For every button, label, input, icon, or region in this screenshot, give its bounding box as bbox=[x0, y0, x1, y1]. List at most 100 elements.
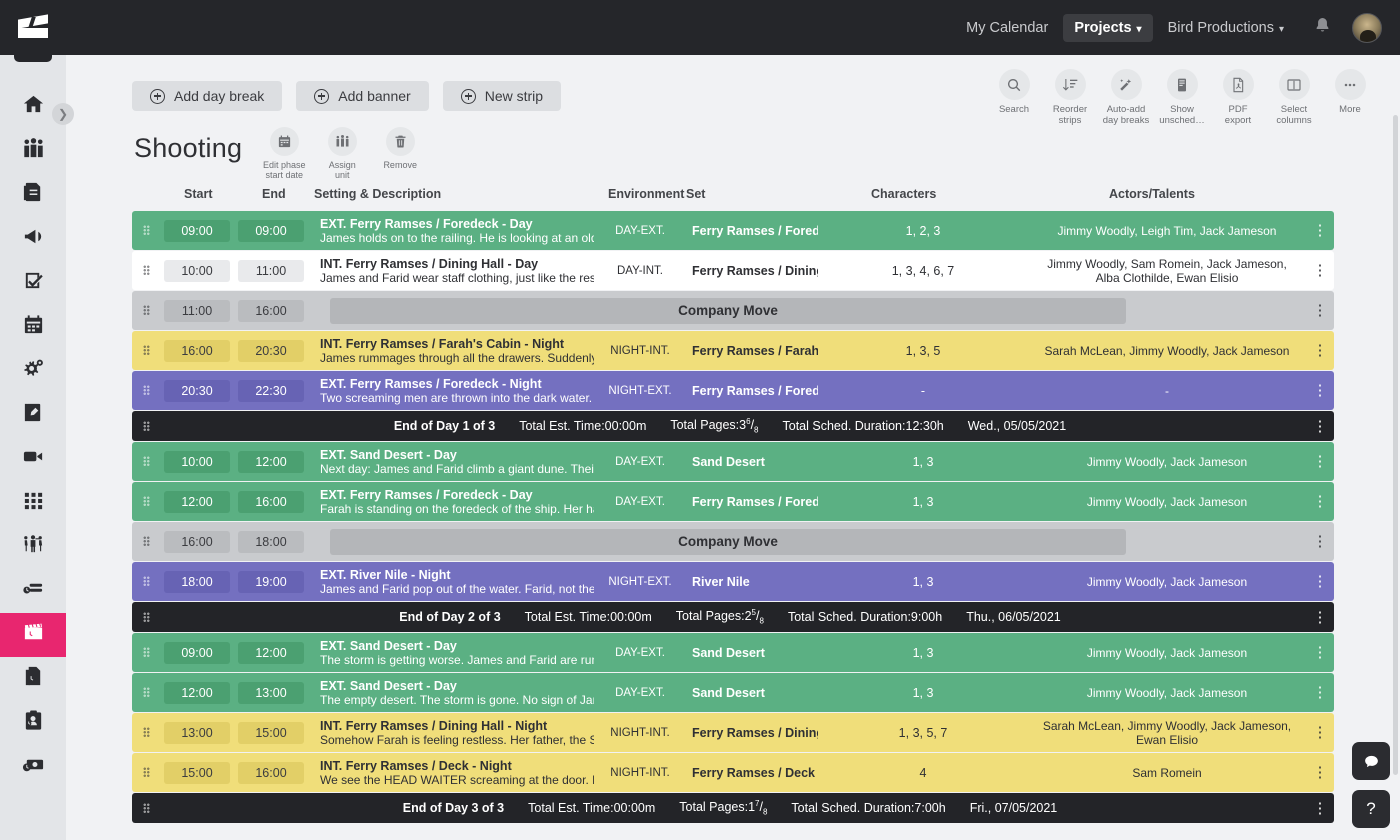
drag-handle[interactable] bbox=[132, 421, 154, 432]
end-time[interactable]: 11:00 bbox=[238, 260, 304, 282]
table-row[interactable]: 16:0020:30INT. Ferry Ramses / Farah's Ca… bbox=[132, 331, 1334, 370]
day-break-row[interactable]: End of Day 2 of 3Total Est. Time:00:00mT… bbox=[132, 602, 1334, 632]
add-banner-button[interactable]: Add banner bbox=[296, 81, 428, 111]
start-time[interactable]: 16:00 bbox=[164, 340, 230, 362]
vertical-scrollbar[interactable] bbox=[1393, 115, 1398, 775]
end-time[interactable]: 16:00 bbox=[238, 762, 304, 784]
start-time[interactable]: 09:00 bbox=[164, 642, 230, 664]
table-row[interactable]: 20:3022:30EXT. Ferry Ramses / Foredeck -… bbox=[132, 371, 1334, 410]
start-time[interactable]: 20:30 bbox=[164, 380, 230, 402]
row-menu-button[interactable]: ⋮ bbox=[1306, 303, 1334, 318]
tool-pdf-export[interactable]: PDF export bbox=[1210, 69, 1266, 126]
banner-row[interactable]: 16:0018:00Company Move⋮ bbox=[132, 522, 1334, 561]
row-menu-button[interactable]: ⋮ bbox=[1306, 645, 1334, 660]
row-menu-button[interactable]: ⋮ bbox=[1306, 263, 1334, 278]
table-row[interactable]: 13:0015:00INT. Ferry Ramses / Dining Hal… bbox=[132, 713, 1334, 752]
drag-handle[interactable] bbox=[132, 496, 154, 507]
tool-columns[interactable]: Select columns bbox=[1266, 69, 1322, 126]
row-menu-button[interactable]: ⋮ bbox=[1306, 574, 1334, 589]
end-time[interactable]: 12:00 bbox=[238, 642, 304, 664]
topnav-projects[interactable]: Projects▾ bbox=[1063, 14, 1152, 42]
sidebar-item-checkbox-task[interactable] bbox=[0, 261, 66, 305]
end-time[interactable]: 12:00 bbox=[238, 451, 304, 473]
drag-handle[interactable] bbox=[132, 456, 154, 467]
table-row[interactable]: 12:0013:00EXT. Sand Desert - DayThe empt… bbox=[132, 673, 1334, 712]
tool-magic-wand[interactable]: Auto-add day breaks bbox=[1098, 69, 1154, 126]
drag-handle[interactable] bbox=[132, 687, 154, 698]
start-time[interactable]: 09:00 bbox=[164, 220, 230, 242]
sidebar-item-megaphone[interactable] bbox=[0, 217, 66, 261]
day-break-row[interactable]: End of Day 3 of 3Total Est. Time:00:00mT… bbox=[132, 793, 1334, 823]
drag-handle[interactable] bbox=[132, 576, 154, 587]
drag-handle[interactable] bbox=[132, 612, 154, 623]
chat-bubble-button[interactable] bbox=[1352, 742, 1390, 780]
row-menu-button[interactable]: ⋮ bbox=[1306, 343, 1334, 358]
add-day-break-button[interactable]: Add day break bbox=[132, 81, 282, 111]
end-time[interactable]: 19:00 bbox=[238, 571, 304, 593]
row-menu-button[interactable]: ⋮ bbox=[1306, 801, 1334, 816]
sidebar-item-grid-apps[interactable] bbox=[0, 481, 66, 525]
end-time[interactable]: 13:00 bbox=[238, 682, 304, 704]
start-time[interactable]: 12:00 bbox=[164, 491, 230, 513]
app-logo[interactable] bbox=[0, 17, 66, 39]
sidebar-item-gears-settings[interactable] bbox=[0, 349, 66, 393]
tool-search[interactable]: Search bbox=[986, 69, 1042, 126]
table-row[interactable]: 10:0011:00INT. Ferry Ramses / Dining Hal… bbox=[132, 251, 1334, 290]
sidebar-item-video-camera[interactable] bbox=[0, 437, 66, 481]
end-time[interactable]: 20:30 bbox=[238, 340, 304, 362]
drag-handle[interactable] bbox=[132, 385, 154, 396]
sidebar-item-clapperboard-schedule[interactable] bbox=[0, 613, 66, 657]
row-menu-button[interactable]: ⋮ bbox=[1306, 223, 1334, 238]
tool-reorder[interactable]: Reorder strips bbox=[1042, 69, 1098, 126]
end-time[interactable]: 09:00 bbox=[238, 220, 304, 242]
tool-more-dots[interactable]: More bbox=[1322, 69, 1378, 126]
sidebar-item-document-time[interactable] bbox=[0, 657, 66, 701]
start-time[interactable]: 16:00 bbox=[164, 531, 230, 553]
row-menu-button[interactable]: ⋮ bbox=[1306, 494, 1334, 509]
sidebar-item-calendar[interactable] bbox=[0, 305, 66, 349]
end-time[interactable]: 18:00 bbox=[238, 531, 304, 553]
row-menu-button[interactable]: ⋮ bbox=[1306, 534, 1334, 549]
end-time[interactable]: 15:00 bbox=[238, 722, 304, 744]
table-row[interactable]: 18:0019:00EXT. River Nile - NightJames a… bbox=[132, 562, 1334, 601]
banner-row[interactable]: 11:0016:00Company Move⋮ bbox=[132, 291, 1334, 330]
phase-action-unit-people[interactable]: Assign unit bbox=[318, 127, 366, 180]
start-time[interactable]: 12:00 bbox=[164, 682, 230, 704]
table-row[interactable]: 10:0012:00EXT. Sand Desert - DayNext day… bbox=[132, 442, 1334, 481]
start-time[interactable]: 11:00 bbox=[164, 300, 230, 322]
table-row[interactable]: 12:0016:00EXT. Ferry Ramses / Foredeck -… bbox=[132, 482, 1334, 521]
start-time[interactable]: 18:00 bbox=[164, 571, 230, 593]
sidebar-item-budget-money[interactable] bbox=[0, 745, 66, 789]
topnav-bird-productions[interactable]: Bird Productions▾ bbox=[1157, 14, 1295, 42]
drag-handle[interactable] bbox=[132, 536, 154, 547]
sidebar-item-crew-people[interactable] bbox=[0, 129, 66, 173]
phase-action-trash[interactable]: Remove bbox=[376, 127, 424, 180]
tool-unscheduled[interactable]: Show unsched… bbox=[1154, 69, 1210, 126]
sidebar-item-notebook[interactable] bbox=[0, 393, 66, 437]
start-time[interactable]: 13:00 bbox=[164, 722, 230, 744]
row-menu-button[interactable]: ⋮ bbox=[1306, 454, 1334, 469]
sidebar-item-cast-crew[interactable] bbox=[0, 525, 66, 569]
drag-handle[interactable] bbox=[132, 265, 154, 276]
day-break-row[interactable]: End of Day 1 of 3Total Est. Time:00:00mT… bbox=[132, 411, 1334, 441]
row-menu-button[interactable]: ⋮ bbox=[1306, 765, 1334, 780]
phase-action-calendar-edit[interactable]: Edit phase start date bbox=[260, 127, 308, 180]
row-menu-button[interactable]: ⋮ bbox=[1306, 685, 1334, 700]
end-time[interactable]: 22:30 bbox=[238, 380, 304, 402]
sidebar-item-script-document[interactable] bbox=[0, 173, 66, 217]
avatar[interactable] bbox=[1352, 13, 1382, 43]
table-row[interactable]: 09:0012:00EXT. Sand Desert - DayThe stor… bbox=[132, 633, 1334, 672]
start-time[interactable]: 10:00 bbox=[164, 451, 230, 473]
end-time[interactable]: 16:00 bbox=[238, 300, 304, 322]
end-time[interactable]: 16:00 bbox=[238, 491, 304, 513]
bell-icon[interactable] bbox=[1313, 16, 1332, 40]
table-row[interactable]: 09:0009:00EXT. Ferry Ramses / Foredeck -… bbox=[132, 211, 1334, 250]
row-menu-button[interactable]: ⋮ bbox=[1306, 610, 1334, 625]
table-row[interactable]: 15:0016:00INT. Ferry Ramses / Deck - Nig… bbox=[132, 753, 1334, 792]
drag-handle[interactable] bbox=[132, 803, 154, 814]
drag-handle[interactable] bbox=[132, 767, 154, 778]
drag-handle[interactable] bbox=[132, 727, 154, 738]
row-menu-button[interactable]: ⋮ bbox=[1306, 725, 1334, 740]
drag-handle[interactable] bbox=[132, 647, 154, 658]
start-time[interactable]: 15:00 bbox=[164, 762, 230, 784]
